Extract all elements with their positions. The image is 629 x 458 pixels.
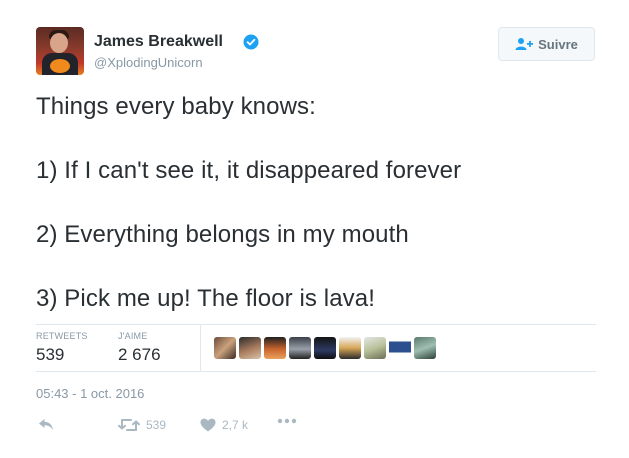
- reply-button[interactable]: [38, 418, 54, 431]
- author-handle[interactable]: @XplodingUnicorn: [94, 55, 203, 70]
- liker-avatar[interactable]: [214, 337, 236, 359]
- liker-avatar[interactable]: [364, 337, 386, 359]
- liker-avatars: [214, 337, 436, 359]
- retweet-button[interactable]: 539: [118, 418, 166, 432]
- stats-separator: [200, 324, 201, 371]
- like-count: 2,7 k: [222, 418, 249, 432]
- author-avatar[interactable]: [36, 27, 84, 75]
- liker-avatar[interactable]: [339, 337, 361, 359]
- tweet-timestamp[interactable]: 05:43 - 1 oct. 2016: [36, 386, 144, 401]
- add-user-icon: [515, 38, 534, 50]
- more-icon: [277, 418, 297, 424]
- verified-badge-icon: [243, 34, 259, 50]
- liker-avatar[interactable]: [389, 337, 411, 359]
- retweet-icon: [118, 419, 140, 431]
- liker-avatar[interactable]: [414, 337, 436, 359]
- stats-bottom-divider: [36, 371, 596, 372]
- tweet-text-line: 2) Everything belongs in my mouth: [36, 221, 409, 248]
- tweet-text-line: 1) If I can't see it, it disappeared for…: [36, 157, 462, 184]
- likes-count[interactable]: 2 676: [118, 345, 161, 365]
- stats-top-divider: [36, 324, 596, 325]
- tweet-text-line: Things every baby knows:: [36, 93, 316, 120]
- reply-icon: [39, 419, 53, 430]
- follow-button[interactable]: Suivre: [498, 27, 595, 61]
- avatar-face: [50, 33, 68, 53]
- retweets-count[interactable]: 539: [36, 345, 64, 365]
- liker-avatar[interactable]: [314, 337, 336, 359]
- liker-avatar[interactable]: [289, 337, 311, 359]
- retweets-label[interactable]: RETWEETS: [36, 331, 88, 341]
- more-button[interactable]: [277, 418, 297, 424]
- likes-label[interactable]: J'AIME: [118, 331, 147, 341]
- follow-button-label: Suivre: [538, 36, 578, 52]
- liker-avatar[interactable]: [264, 337, 286, 359]
- author-name[interactable]: James Breakwell: [94, 33, 223, 51]
- like-button[interactable]: 2,7 k: [200, 418, 248, 432]
- heart-icon: [200, 418, 216, 432]
- liker-avatar[interactable]: [239, 337, 261, 359]
- tweet-text-line: 3) Pick me up! The floor is lava!: [36, 285, 375, 312]
- retweet-count: 539: [146, 418, 167, 432]
- avatar-pumpkin: [50, 59, 70, 73]
